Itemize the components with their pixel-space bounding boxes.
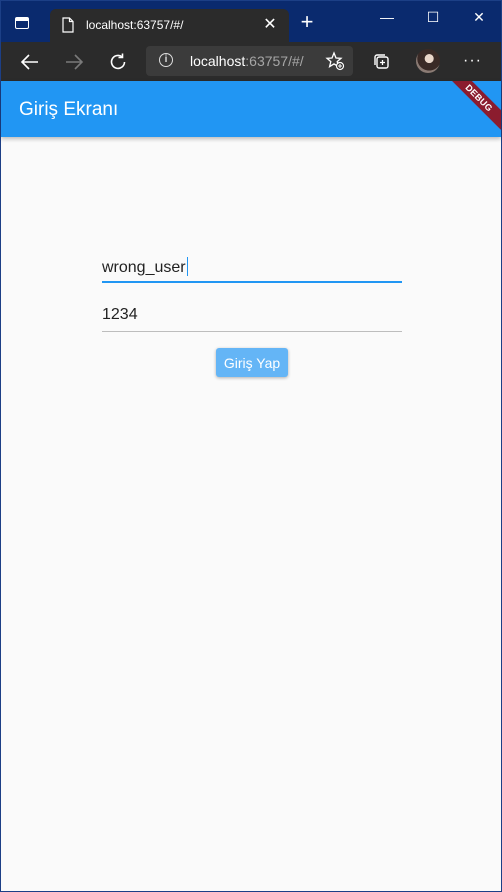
password-field[interactable]: 1234 bbox=[102, 292, 402, 332]
username-underline bbox=[102, 281, 402, 283]
debug-banner: DEBUG bbox=[438, 81, 501, 137]
address-rest: :63757/#/ bbox=[245, 53, 304, 69]
username-value: wrong_user bbox=[102, 259, 186, 276]
back-arrow-icon[interactable] bbox=[19, 51, 41, 73]
login-form: wrong_user 1234 Giriş Yap bbox=[1, 137, 501, 892]
page-icon bbox=[62, 17, 74, 33]
password-underline bbox=[102, 330, 402, 332]
page-title: Giriş Ekranı bbox=[19, 99, 119, 120]
tab-close-icon[interactable]: ✕ bbox=[261, 15, 279, 35]
app-bar: Giriş Ekranı DEBUG bbox=[1, 81, 501, 137]
browser-toolbar: i localhost:63757/#/ ··· bbox=[1, 42, 501, 81]
info-icon[interactable]: i bbox=[159, 53, 173, 67]
address-text: localhost:63757/#/ bbox=[190, 53, 304, 69]
maximize-button[interactable]: ☐ bbox=[410, 1, 456, 33]
tab-title: localhost:63757/#/ bbox=[86, 18, 184, 32]
minimize-button[interactable]: — bbox=[364, 1, 410, 33]
password-input[interactable]: 1234 bbox=[102, 306, 138, 324]
address-bar[interactable]: i localhost:63757/#/ bbox=[146, 46, 353, 76]
text-caret bbox=[186, 257, 189, 276]
profile-avatar[interactable] bbox=[416, 49, 440, 73]
browser-window: localhost:63757/#/ ✕ + — ☐ ✕ i localhost… bbox=[0, 0, 502, 892]
username-input[interactable]: wrong_user bbox=[102, 257, 189, 277]
address-host: localhost bbox=[190, 53, 246, 69]
refresh-icon[interactable] bbox=[107, 51, 129, 73]
browser-tab[interactable]: localhost:63757/#/ ✕ bbox=[50, 9, 289, 42]
more-icon[interactable]: ··· bbox=[463, 51, 482, 71]
forward-arrow-icon[interactable] bbox=[63, 51, 85, 73]
title-bar: localhost:63757/#/ ✕ + — ☐ ✕ bbox=[1, 1, 501, 42]
login-button[interactable]: Giriş Yap bbox=[216, 348, 288, 377]
new-tab-button[interactable]: + bbox=[297, 11, 317, 33]
add-favorite-icon[interactable] bbox=[324, 50, 346, 72]
collections-icon[interactable] bbox=[371, 51, 393, 73]
tab-actions-icon[interactable] bbox=[15, 17, 29, 29]
close-window-button[interactable]: ✕ bbox=[456, 1, 502, 33]
username-field[interactable]: wrong_user bbox=[102, 243, 402, 283]
